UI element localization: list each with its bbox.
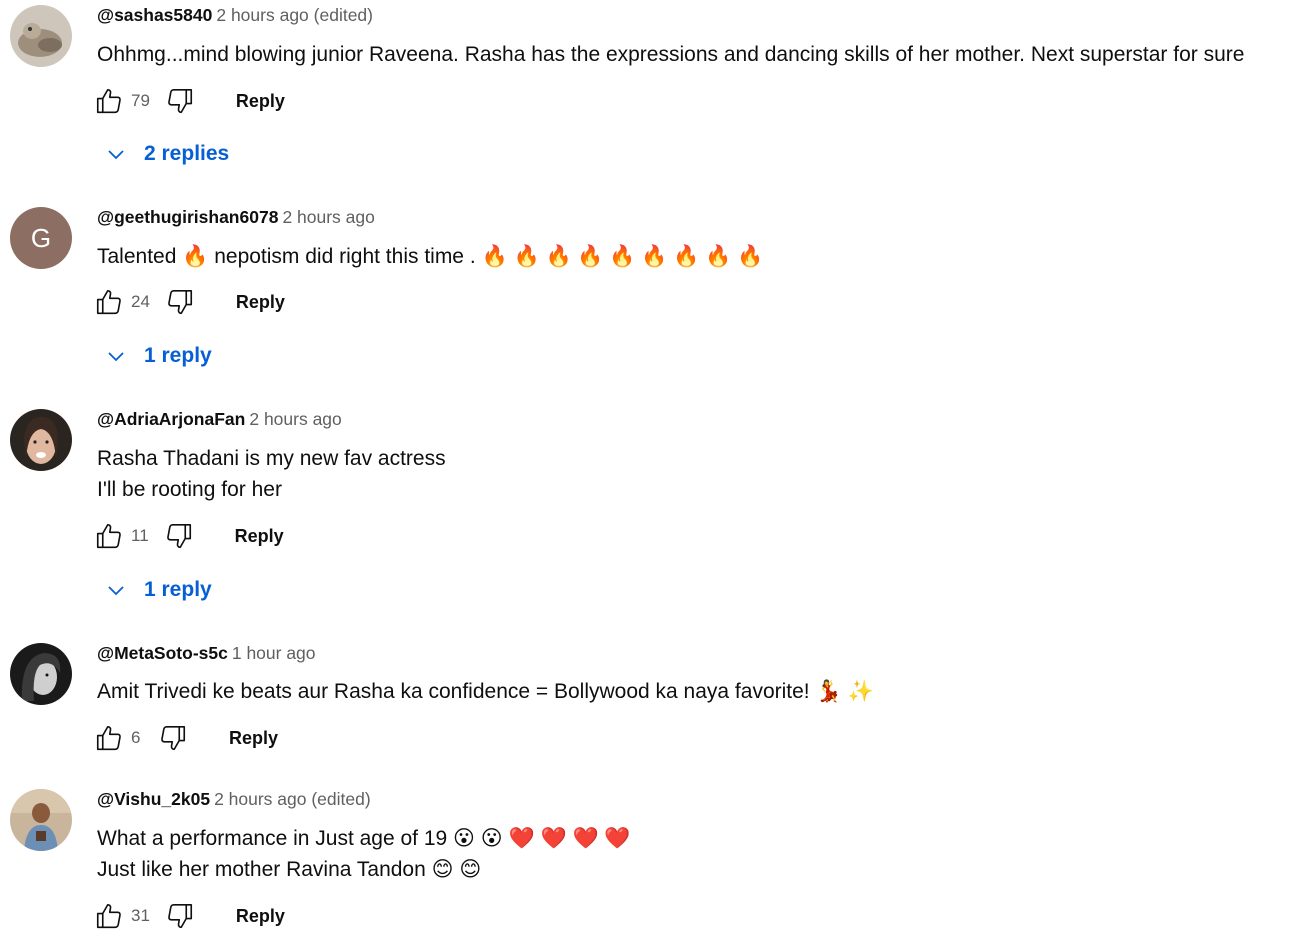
reply-button[interactable]: Reply <box>236 292 285 313</box>
replies-count-label: 1 reply <box>144 578 212 601</box>
reply-button[interactable]: Reply <box>235 526 284 547</box>
comment-time[interactable]: 1 hour ago <box>232 643 316 663</box>
comment-line: I'll be rooting for her <box>97 478 282 501</box>
comment-header: @geethugirishan6078 2 hours ago <box>97 207 375 231</box>
comment-header: @Vishu_2k05 2 hours ago (edited) <box>97 789 371 813</box>
comment-author[interactable]: @MetaSoto-s5c <box>97 643 228 663</box>
reply-button[interactable]: Reply <box>229 728 278 749</box>
thumbs-down-icon[interactable] <box>164 85 196 117</box>
comment-line: Ohhmg...mind blowing junior Raveena. Ras… <box>97 43 1245 66</box>
comment-header: @sashas5840 2 hours ago (edited) <box>97 5 373 29</box>
view-replies-button[interactable]: 1 reply <box>100 572 212 608</box>
comment-actions: 11 Reply <box>93 520 284 552</box>
comment-header: @AdriaArjonaFan 2 hours ago <box>97 409 342 433</box>
comment-text: Rasha Thadani is my new fav actress I'll… <box>97 443 446 505</box>
comment-author[interactable]: @geethugirishan6078 <box>97 207 278 227</box>
view-replies-button[interactable]: 1 reply <box>100 338 212 374</box>
avatar[interactable]: G <box>10 207 72 269</box>
comment-actions: 24 Reply <box>93 286 285 318</box>
comment-actions: 31 Reply <box>93 900 285 932</box>
comment-text: Talented 🔥 nepotism did right this time … <box>97 241 764 272</box>
thumbs-down-icon[interactable] <box>163 520 195 552</box>
avatar-letter: G <box>30 222 52 253</box>
like-count: 24 <box>131 292 150 311</box>
comment-text: What a performance in Just age of 19 😮 😮… <box>97 823 631 885</box>
comment-line: Rasha Thadani is my new fav actress <box>97 447 446 470</box>
comment-header: @MetaSoto-s5c 1 hour ago <box>97 643 316 667</box>
comment-line: Just like her mother Ravina Tandon 😊 😊 <box>97 858 482 881</box>
reply-button[interactable]: Reply <box>236 91 285 112</box>
replies-count-label: 1 reply <box>144 344 212 367</box>
chevron-down-icon <box>100 574 132 606</box>
like-count: 6 <box>131 728 141 747</box>
thumbs-down-icon[interactable] <box>157 722 189 754</box>
like-count: 79 <box>131 91 150 110</box>
thumbs-up-icon[interactable] <box>93 520 125 552</box>
comment-time[interactable]: 2 hours ago <box>249 409 341 429</box>
comment-time[interactable]: 2 hours ago <box>282 207 374 227</box>
thumbs-up-icon[interactable] <box>93 722 125 754</box>
comment-line: Talented 🔥 nepotism did right this time … <box>97 245 764 268</box>
comment-time[interactable]: 2 hours ago (edited) <box>216 5 373 25</box>
thumbs-up-icon[interactable] <box>93 85 125 117</box>
replies-count-label: 2 replies <box>144 142 230 165</box>
comment-author[interactable]: @AdriaArjonaFan <box>97 409 245 429</box>
comment-author[interactable]: @Vishu_2k05 <box>97 789 210 809</box>
reply-button[interactable]: Reply <box>236 906 285 927</box>
comment-author[interactable]: @sashas5840 <box>97 5 212 25</box>
thumbs-up-icon[interactable] <box>93 900 125 932</box>
avatar[interactable] <box>10 643 72 705</box>
thumbs-up-icon[interactable] <box>93 286 125 318</box>
comment-actions: 6 Reply <box>93 722 278 754</box>
comment-time[interactable]: 2 hours ago (edited) <box>214 789 371 809</box>
comment-text: Amit Trivedi ke beats aur Rasha ka confi… <box>97 676 874 707</box>
comment-actions: 79 Reply <box>93 85 285 117</box>
view-replies-button[interactable]: 2 replies <box>100 136 229 172</box>
comment-line: Amit Trivedi ke beats aur Rasha ka confi… <box>97 680 874 703</box>
like-count: 31 <box>131 906 150 925</box>
avatar[interactable] <box>10 789 72 851</box>
comment-line: What a performance in Just age of 19 😮 😮… <box>97 827 631 850</box>
thumbs-down-icon[interactable] <box>164 286 196 318</box>
avatar[interactable] <box>10 5 72 67</box>
like-count: 11 <box>131 526 149 545</box>
chevron-down-icon <box>100 138 132 170</box>
comment-text: Ohhmg...mind blowing junior Raveena. Ras… <box>97 39 1244 70</box>
chevron-down-icon <box>100 340 132 372</box>
avatar[interactable] <box>10 409 72 471</box>
thumbs-down-icon[interactable] <box>164 900 196 932</box>
